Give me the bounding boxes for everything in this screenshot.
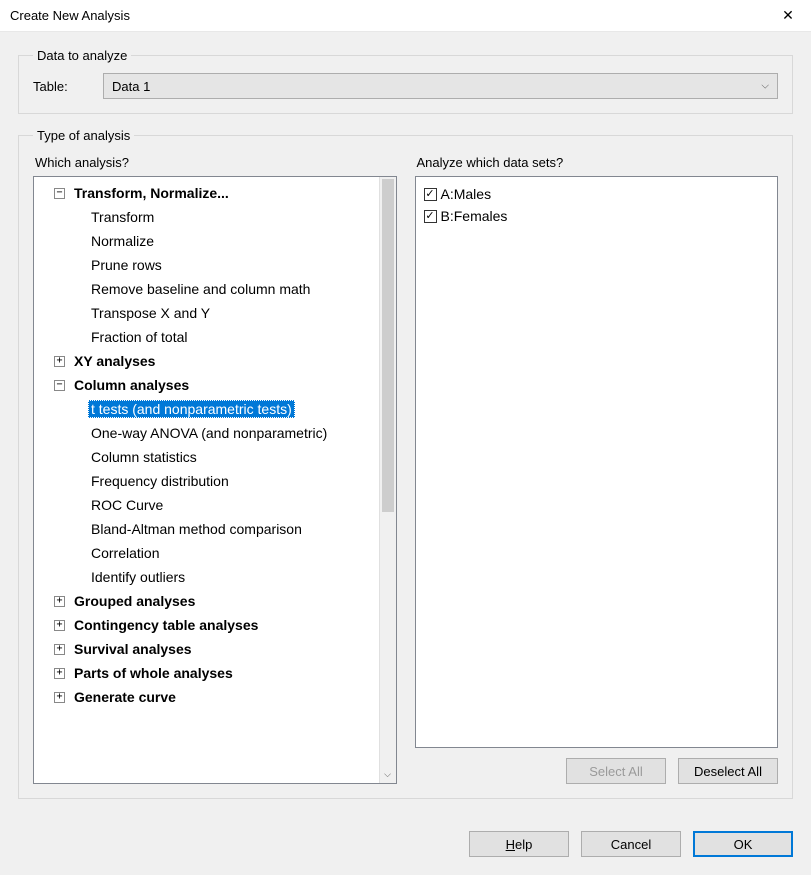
deselect-all-button[interactable]: Deselect All [678,758,778,784]
table-select[interactable]: Data 1 ⌵ [103,73,778,99]
tree-group-contingency-table[interactable]: + Contingency table analyses [40,613,379,637]
tree-group-survival-analyses[interactable]: + Survival analyses [40,637,379,661]
tree-group-column-analyses[interactable]: − Column analyses [40,373,379,397]
tree-item-one-way-anova[interactable]: One-way ANOVA (and nonparametric) [40,421,379,445]
expand-icon[interactable]: + [54,620,65,631]
tree-group-parts-of-whole[interactable]: + Parts of whole analyses [40,661,379,685]
tree-item-frequency-distribution[interactable]: Frequency distribution [40,469,379,493]
scrollbar-thumb[interactable] [382,179,394,512]
title-bar: Create New Analysis ✕ [0,0,811,32]
tree-item-normalize[interactable]: Normalize [40,229,379,253]
tree-item-bland-altman[interactable]: Bland-Altman method comparison [40,517,379,541]
tree-item-prune-rows[interactable]: Prune rows [40,253,379,277]
window-body: Data to analyze Table: Data 1 ⌵ Type of … [0,32,811,875]
tree-group-grouped-analyses[interactable]: + Grouped analyses [40,589,379,613]
ok-button[interactable]: OK [693,831,793,857]
tree-group-xy-analyses[interactable]: + XY analyses [40,349,379,373]
tree-item-t-tests[interactable]: t tests (and nonparametric tests) [40,397,379,421]
tree-item-roc-curve[interactable]: ROC Curve [40,493,379,517]
dataset-item-a[interactable]: ✓ A:Males [424,183,770,205]
cancel-button[interactable]: Cancel [581,831,681,857]
tree-group-generate-curve[interactable]: + Generate curve [40,685,379,709]
expand-icon[interactable]: + [54,356,65,367]
collapse-icon[interactable]: − [54,380,65,391]
checkbox-checked-icon[interactable]: ✓ [424,210,437,223]
select-all-button[interactable]: Select All [566,758,666,784]
chevron-down-icon: ⌵ [761,81,769,92]
tree-group-transform[interactable]: − Transform, Normalize... [40,181,379,205]
data-to-analyze-group: Data to analyze Table: Data 1 ⌵ [18,48,793,114]
tree-item-remove-baseline[interactable]: Remove baseline and column math [40,277,379,301]
close-button[interactable]: ✕ [765,0,811,32]
tree-item-column-statistics[interactable]: Column statistics [40,445,379,469]
expand-icon[interactable]: + [54,668,65,679]
expand-icon[interactable]: + [54,644,65,655]
tree-item-identify-outliers[interactable]: Identify outliers [40,565,379,589]
help-button[interactable]: Help [469,831,569,857]
data-to-analyze-legend: Data to analyze [33,48,131,63]
tree-item-correlation[interactable]: Correlation [40,541,379,565]
checkbox-checked-icon[interactable]: ✓ [424,188,437,201]
which-analysis-label: Which analysis? [35,155,397,170]
table-label: Table: [33,79,89,94]
table-select-value: Data 1 [112,79,150,94]
expand-icon[interactable]: + [54,596,65,607]
analyze-datasets-label: Analyze which data sets? [417,155,779,170]
window-title: Create New Analysis [10,8,130,23]
type-of-analysis-group: Type of analysis Which analysis? − Trans… [18,128,793,799]
tree-item-fraction-of-total[interactable]: Fraction of total [40,325,379,349]
collapse-icon[interactable]: − [54,188,65,199]
expand-icon[interactable]: + [54,692,65,703]
tree-item-transpose[interactable]: Transpose X and Y [40,301,379,325]
tree-scrollbar[interactable]: ⌵ [379,177,396,783]
dataset-item-b[interactable]: ✓ B:Females [424,205,770,227]
datasets-list: ✓ A:Males ✓ B:Females [415,176,779,748]
type-of-analysis-legend: Type of analysis [33,128,134,143]
analysis-tree[interactable]: − Transform, Normalize... Transform Norm… [33,176,397,784]
scroll-down-icon[interactable]: ⌵ [380,766,396,783]
tree-item-transform[interactable]: Transform [40,205,379,229]
